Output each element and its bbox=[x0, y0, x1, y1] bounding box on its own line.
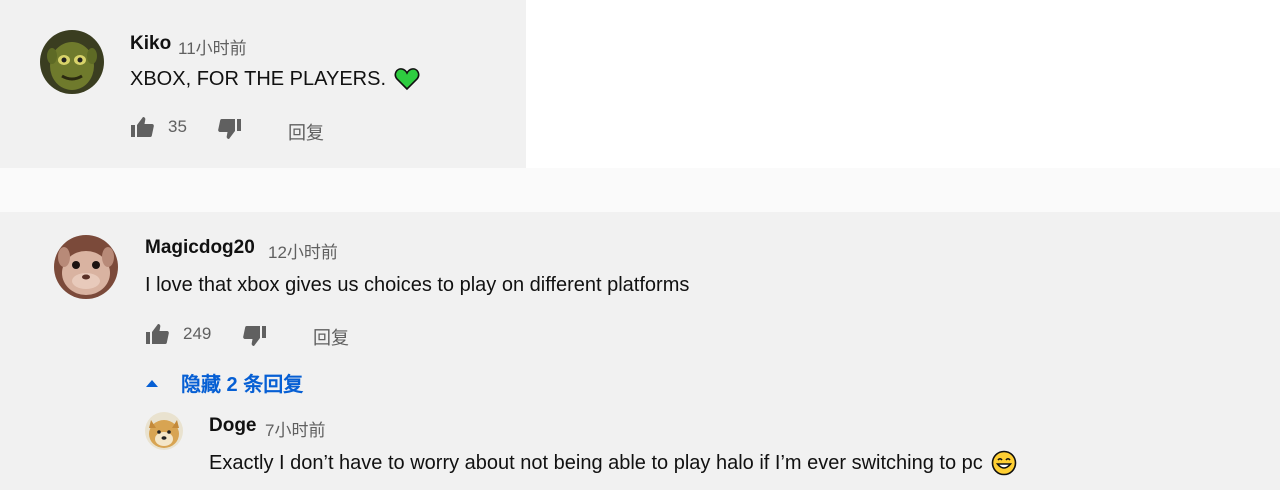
reply-button[interactable]: 回复 bbox=[288, 119, 324, 145]
like-count: 35 bbox=[168, 117, 187, 136]
comment-gap bbox=[0, 168, 1280, 212]
thumbs-up-icon bbox=[145, 323, 169, 345]
grinning-emoji-icon bbox=[991, 450, 1017, 476]
hide-replies-toggle[interactable]: 隐藏 2 条回复 bbox=[145, 368, 303, 397]
thumbs-down-icon bbox=[243, 325, 267, 347]
comment-text: XBOX, FOR THE PLAYERS. bbox=[130, 67, 386, 90]
green-heart-icon bbox=[394, 67, 420, 91]
caret-up-icon bbox=[145, 378, 159, 388]
comment-author[interactable]: Kiko bbox=[130, 33, 171, 55]
dislike-button[interactable] bbox=[218, 118, 242, 140]
hide-replies-label: 隐藏 2 条回复 bbox=[181, 374, 304, 396]
reply-author[interactable]: Doge bbox=[209, 415, 257, 437]
avatar[interactable] bbox=[145, 412, 183, 450]
like-button[interactable]: 35 bbox=[130, 116, 187, 138]
like-count: 249 bbox=[183, 324, 212, 343]
comment-author[interactable]: Magicdog20 bbox=[145, 237, 255, 259]
avatar[interactable] bbox=[40, 30, 104, 94]
avatar[interactable] bbox=[54, 235, 118, 299]
thumbs-up-icon bbox=[130, 116, 154, 138]
reply-timestamp[interactable]: 7小时前 bbox=[265, 416, 325, 441]
comment-timestamp[interactable]: 12小时前 bbox=[268, 238, 338, 263]
thumbs-down-icon bbox=[218, 118, 242, 140]
like-button[interactable]: 249 bbox=[145, 323, 211, 345]
comment-text: I love that xbox gives us choices to pla… bbox=[145, 274, 690, 296]
dislike-button[interactable] bbox=[243, 325, 267, 347]
comment-timestamp[interactable]: 11小时前 bbox=[178, 34, 247, 59]
reply-text: Exactly I don’t have to worry about not … bbox=[209, 451, 983, 474]
reply-button[interactable]: 回复 bbox=[313, 324, 349, 350]
